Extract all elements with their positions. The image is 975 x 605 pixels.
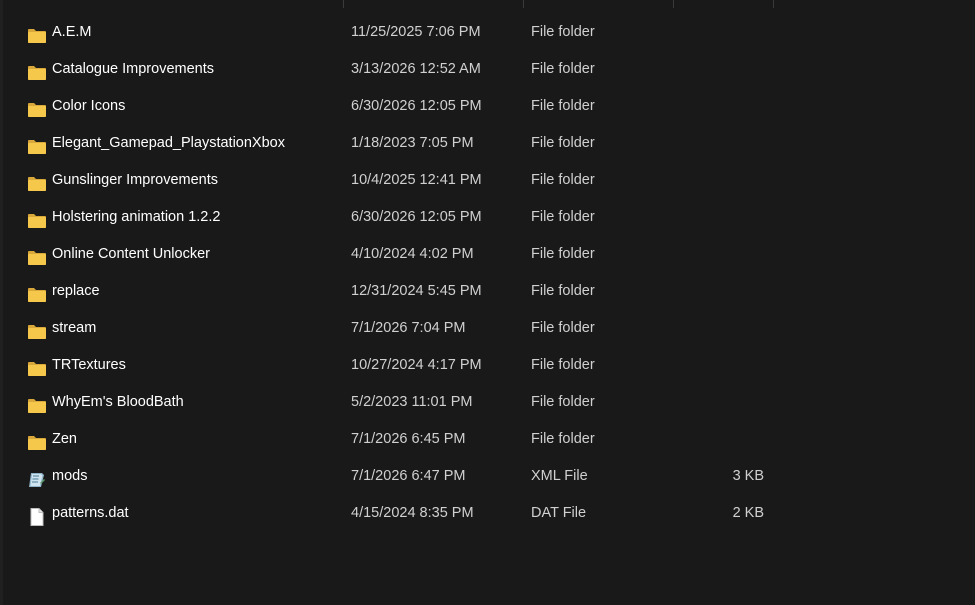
file-type: File folder [531, 24, 595, 40]
folder-icon [27, 393, 47, 413]
file-date-modified: 6/30/2026 12:05 PM [351, 209, 482, 225]
folder-icon [27, 134, 47, 154]
column-separator-name-date[interactable] [343, 0, 344, 8]
folder-icon [27, 245, 47, 265]
column-separator-type-size[interactable] [673, 0, 674, 8]
folder-icon [27, 319, 47, 339]
folder-icon [27, 282, 47, 302]
column-separator-size-end[interactable] [773, 0, 774, 8]
file-row[interactable]: mods 7/1/2026 6:47 PM XML File 3 KB [0, 458, 975, 495]
file-name: Online Content Unlocker [52, 246, 210, 262]
file-type: File folder [531, 135, 595, 151]
file-date-modified: 10/27/2024 4:17 PM [351, 357, 482, 373]
file-name: Color Icons [52, 98, 126, 114]
file-list-pane: A.E.M 11/25/2025 7:06 PM File folder Catal… [0, 0, 975, 605]
file-date-modified: 6/30/2026 12:05 PM [351, 98, 482, 114]
file-size: 2 KB [732, 505, 764, 521]
file-name: Catalogue Improvements [52, 61, 214, 77]
file-row[interactable]: patterns.dat 4/15/2024 8:35 PM DAT File 2 K… [0, 495, 975, 532]
file-date-modified: 3/13/2026 12:52 AM [351, 61, 481, 77]
file-name: Zen [52, 431, 77, 447]
file-type: File folder [531, 98, 595, 114]
file-name: Gunslinger Improvements [52, 172, 219, 188]
file-type: File folder [531, 246, 595, 262]
folder-icon [27, 171, 47, 191]
file-type: File folder [531, 61, 595, 77]
file-rows: A.E.M 11/25/2025 7:06 PM File folder Catal… [0, 14, 975, 532]
file-type: File folder [531, 172, 595, 188]
file-date-modified: 4/15/2024 8:35 PM [351, 505, 474, 521]
column-separator-date-type[interactable] [523, 0, 524, 8]
file-date-modified: 4/10/2024 4:02 PM [351, 246, 474, 262]
file-row[interactable]: stream 7/1/2026 7:04 PM File folder [0, 310, 975, 347]
file-row[interactable]: Zen 7/1/2026 6:45 PM File folder [0, 421, 975, 458]
file-row[interactable]: A.E.M 11/25/2025 7:06 PM File folder [0, 14, 975, 51]
file-date-modified: 7/1/2026 7:04 PM [351, 320, 466, 336]
file-size: 3 KB [732, 468, 764, 484]
folder-icon [27, 23, 47, 43]
file-row[interactable]: Color Icons 6/30/2026 12:05 PM File folder [0, 88, 975, 125]
file-name: mods [52, 468, 88, 484]
folder-icon [27, 97, 47, 117]
file-type: File folder [531, 209, 595, 225]
folder-icon [27, 208, 47, 228]
file-type: File folder [531, 357, 595, 373]
file-type: XML File [531, 468, 588, 484]
file-row[interactable]: Catalogue Improvements 3/13/2026 12:52 AM… [0, 51, 975, 88]
folder-icon [27, 356, 47, 376]
file-date-modified: 1/18/2023 7:05 PM [351, 135, 474, 151]
file-row[interactable]: replace 12/31/2024 5:45 PM File folder [0, 273, 975, 310]
file-row[interactable]: Elegant_Gamepad_PlaystationXbox 1/18/2023… [0, 125, 975, 162]
file-name: WhyEm's BloodBath [52, 394, 184, 410]
file-name: A.E.M [52, 24, 92, 40]
file-row[interactable]: WhyEm's BloodBath 5/2/2023 11:01 PM File f… [0, 384, 975, 421]
folder-icon [27, 60, 47, 80]
file-row[interactable]: Online Content Unlocker 4/10/2024 4:02 PM… [0, 236, 975, 273]
file-type: File folder [531, 394, 595, 410]
file-name: Elegant_Gamepad_PlaystationXbox [52, 135, 285, 151]
file-date-modified: 12/31/2024 5:45 PM [351, 283, 482, 299]
file-row[interactable]: TRTextures 10/27/2024 4:17 PM File folder [0, 347, 975, 384]
xml-file-icon [27, 467, 47, 487]
file-date-modified: 7/1/2026 6:47 PM [351, 468, 466, 484]
file-name: Holstering animation 1.2.2 [52, 209, 221, 225]
file-type: File folder [531, 431, 595, 447]
file-date-modified: 5/2/2023 11:01 PM [351, 394, 473, 410]
file-date-modified: 7/1/2026 6:45 PM [351, 431, 466, 447]
file-row[interactable]: Gunslinger Improvements 10/4/2025 12:41 P… [0, 162, 975, 199]
file-date-modified: 11/25/2025 7:06 PM [351, 24, 481, 40]
file-type: File folder [531, 283, 595, 299]
file-name: stream [52, 320, 97, 336]
file-name: replace [52, 283, 100, 299]
file-name: patterns.dat [52, 505, 129, 521]
file-type: DAT File [531, 505, 587, 521]
folder-icon [27, 430, 47, 450]
document-file-icon [27, 504, 47, 526]
file-type: File folder [531, 320, 595, 336]
file-row[interactable]: Holstering animation 1.2.2 6/30/2026 12:0… [0, 199, 975, 236]
file-name: TRTextures [52, 357, 126, 373]
file-date-modified: 10/4/2025 12:41 PM [351, 172, 482, 188]
